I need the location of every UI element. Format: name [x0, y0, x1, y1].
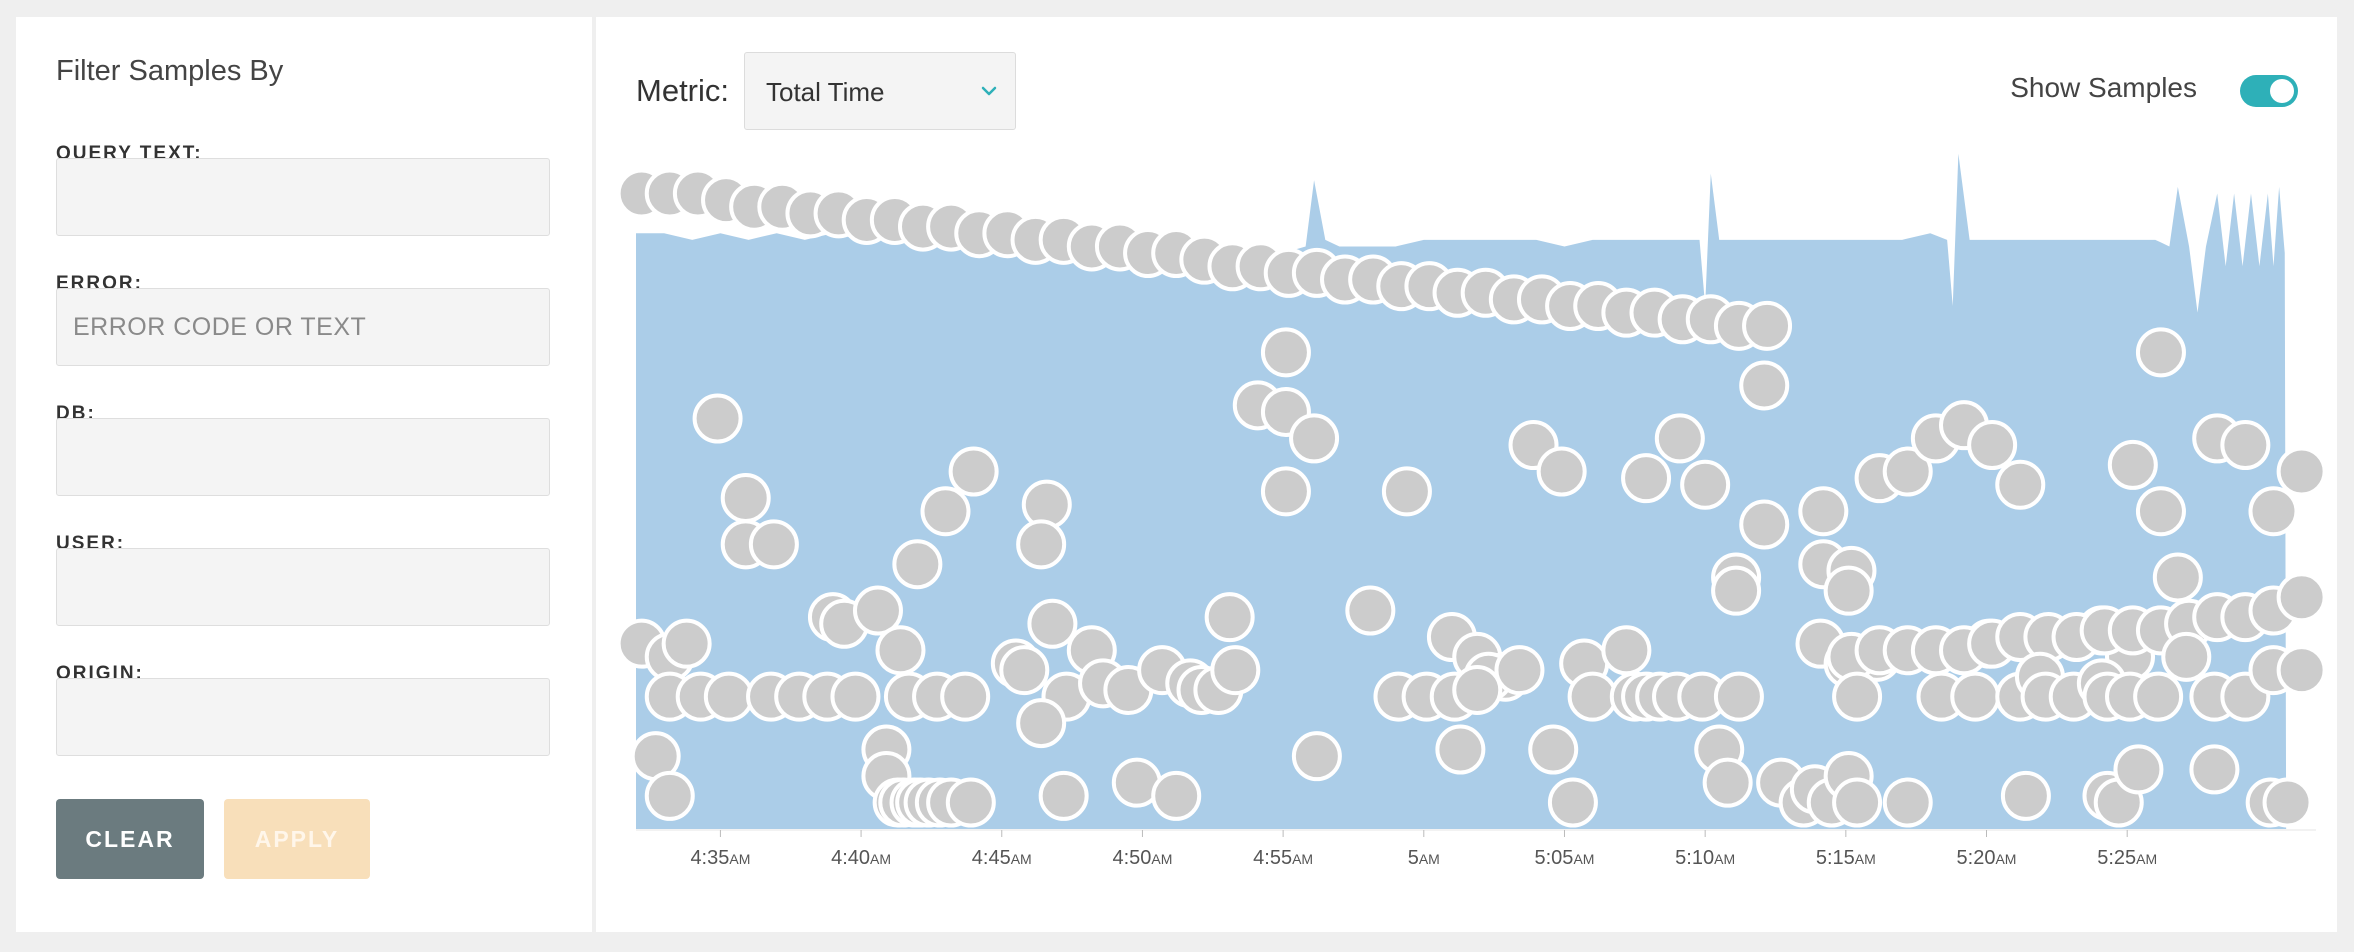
sample-point [1494, 645, 1545, 696]
db-input[interactable] [56, 418, 550, 496]
x-tick-label: 5:10AM [1675, 847, 1735, 869]
sample-point [2113, 744, 2164, 795]
sample-point [748, 519, 799, 570]
apply-button[interactable]: APPLY [224, 799, 370, 879]
x-tick-label: 4:45AM [972, 847, 1032, 869]
sample-point [1547, 777, 1598, 828]
sample-point [1528, 724, 1579, 775]
sample-point [2161, 631, 2212, 682]
filter-title: Filter Samples By [56, 55, 284, 87]
user-input[interactable] [56, 548, 550, 626]
origin-input[interactable] [56, 678, 550, 756]
sample-point [1151, 770, 1202, 821]
x-tick-label: 5AM [1408, 847, 1440, 869]
sample-point [945, 777, 996, 828]
sample-point [1027, 598, 1078, 649]
sample-point [2135, 327, 2186, 378]
sample-point [999, 645, 1050, 696]
sample-point [1832, 777, 1883, 828]
sample-point [1823, 565, 1874, 616]
sample-point [1260, 466, 1311, 517]
x-tick-label: 5:15AM [1816, 847, 1876, 869]
sample-point [1995, 459, 2046, 510]
sample-point [2248, 486, 2299, 537]
sample-point [1204, 592, 1255, 643]
sample-point [1702, 757, 1753, 808]
x-tick-label: 4:40AM [831, 847, 891, 869]
sample-point [1038, 770, 1089, 821]
sample-point [2107, 439, 2158, 490]
sample-point [1742, 300, 1793, 351]
sample-point [1711, 565, 1762, 616]
sample-point [1601, 625, 1652, 676]
filter-panel: Filter Samples By QUERY TEXT: ERROR: DB:… [16, 17, 592, 932]
sample-point [1260, 327, 1311, 378]
sample-point [1654, 413, 1705, 464]
sample-point [920, 486, 971, 537]
chart-panel: Metric: Total Time Show Samples 4:35AM 4:… [596, 17, 2337, 932]
sample-point [2262, 777, 2313, 828]
sample-point [2276, 572, 2327, 623]
sample-point [1680, 459, 1731, 510]
error-input[interactable] [56, 288, 550, 366]
sample-point [1950, 671, 2001, 722]
sample-point [1289, 413, 1340, 464]
x-tick-label: 4:50AM [1112, 847, 1172, 869]
sample-point [2000, 770, 2051, 821]
sample-point [1435, 724, 1486, 775]
sample-point [1016, 698, 1067, 749]
sample-point [1291, 731, 1342, 782]
sample-point [2135, 486, 2186, 537]
sample-point [1210, 645, 1261, 696]
sample-point [1536, 446, 1587, 497]
sample-point [2276, 645, 2327, 696]
sample-point [1967, 420, 2018, 471]
query-text-input[interactable] [56, 158, 550, 236]
sample-point [1381, 466, 1432, 517]
x-tick-label: 5:20AM [1957, 847, 2017, 869]
samples-chart: 4:35AM 4:40AM 4:45AM 4:50AM 4:55AM 5AM 5:05AM 5… [616, 153, 2327, 869]
sample-point [2276, 446, 2327, 497]
x-tick-label: 4:35AM [690, 847, 750, 869]
sample-point [1016, 519, 1067, 570]
sample-point [1345, 585, 1396, 636]
x-tick-label: 5:25AM [2097, 847, 2157, 869]
sample-point [940, 671, 991, 722]
sample-point [692, 393, 743, 444]
sample-point [1882, 777, 1933, 828]
sample-point [830, 671, 881, 722]
sample-point [644, 770, 695, 821]
sample-point [875, 625, 926, 676]
sample-point [1452, 664, 1503, 715]
sample-point [1621, 453, 1672, 504]
sample-point [1798, 486, 1849, 537]
clear-button[interactable]: CLEAR [56, 799, 204, 879]
sample-point [1832, 671, 1883, 722]
x-tick-label: 5:05AM [1535, 847, 1595, 869]
sample-point [1739, 499, 1790, 550]
sample-point [2220, 420, 2271, 471]
sample-point [720, 473, 771, 523]
x-tick-label: 4:55AM [1253, 847, 1313, 869]
sample-point [1739, 360, 1790, 411]
sample-point [1567, 671, 1618, 722]
sample-point [2189, 744, 2240, 795]
sample-point [892, 539, 943, 590]
sample-point [1713, 671, 1764, 722]
sample-point [948, 446, 999, 497]
sample-point [2133, 671, 2184, 722]
sample-point [661, 618, 712, 669]
sample-point [703, 671, 754, 722]
sample-point [2152, 552, 2203, 603]
